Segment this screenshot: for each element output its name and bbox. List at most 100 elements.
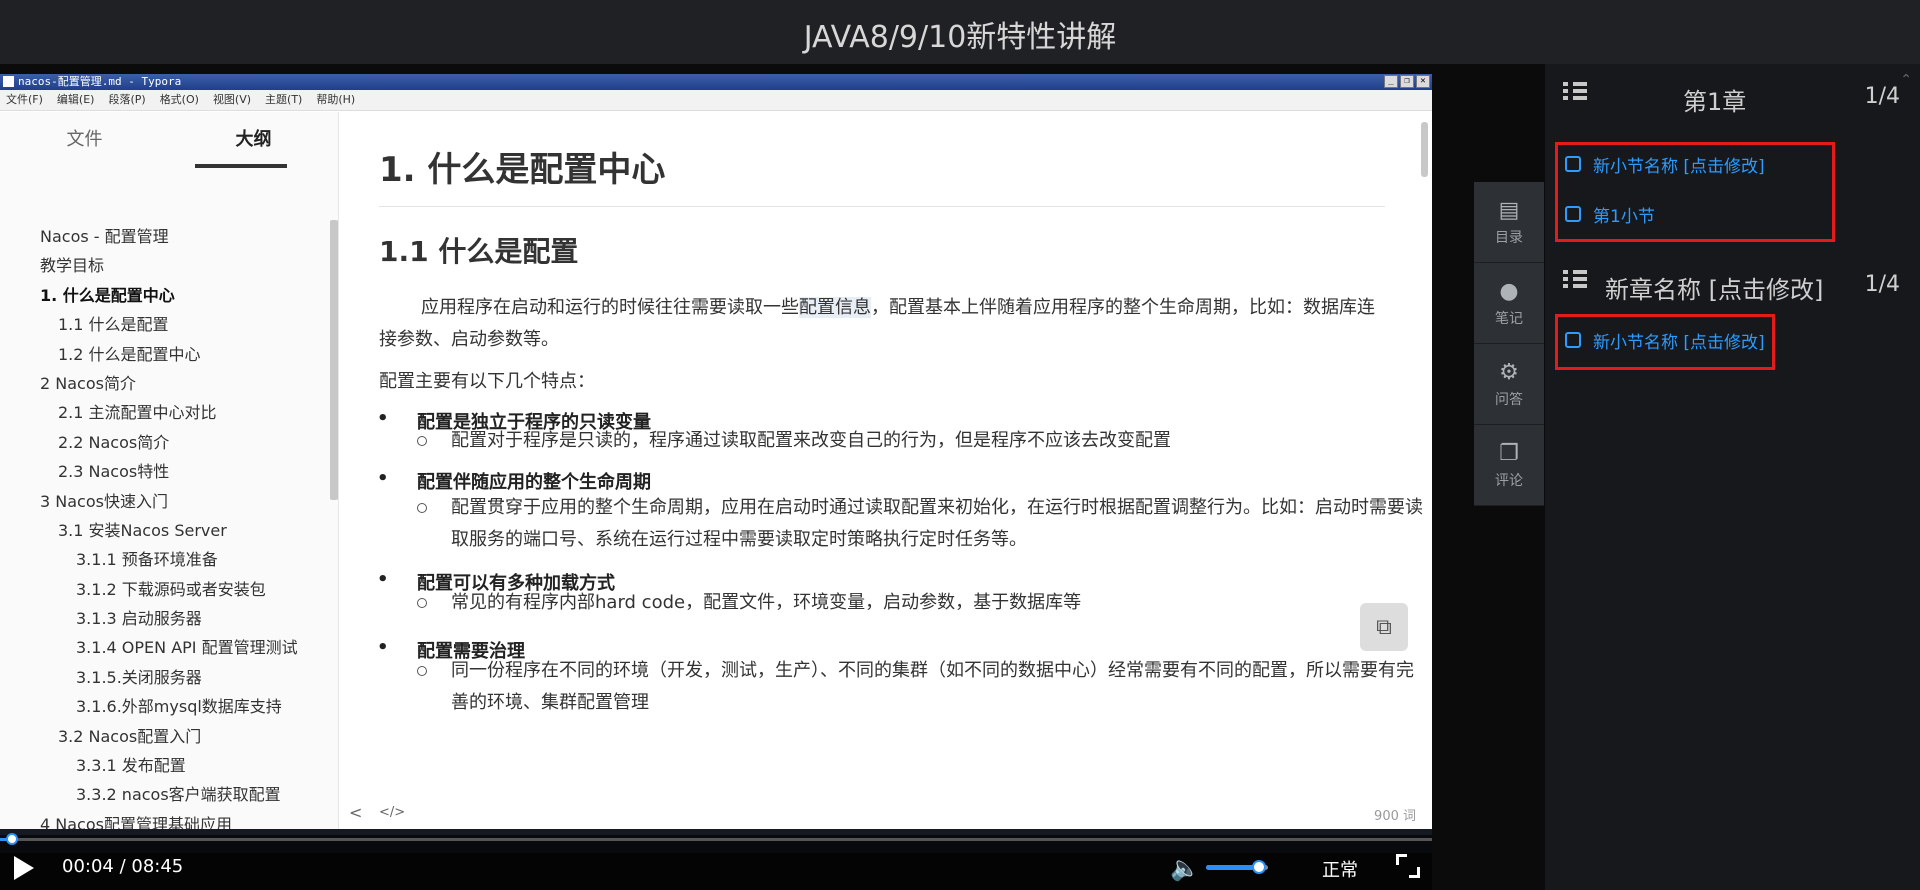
- sidebar-toggle-icon: <: [349, 803, 363, 822]
- copy-icon: ❐: [1499, 440, 1519, 466]
- sub-bullet-item: 同一份程序在不同的环境（开发，测试，生产）、不同的集群（如不同的数据中心）经常需…: [417, 655, 1423, 717]
- typora-window-title: nacos-配置管理.md - Typora: [18, 75, 182, 88]
- side-menu-label: 问答: [1495, 391, 1523, 408]
- outline-item: 3.2 Nacos配置入门: [58, 726, 202, 746]
- outline-item: 3.1.3 启动服务器: [76, 609, 202, 629]
- sub-bullet-item: 配置贯穿于应用的整个生命周期，应用在启动时通过读取配置来初始化，在运行时根据配置…: [417, 492, 1423, 556]
- side-menu: ▤ 目录 ● 笔记 ⚙ 问答 ❐ 评论: [1474, 182, 1544, 506]
- typora-menubar: 文件(F) 编辑(E) 段落(P) 格式(O) 视图(V) 主题(T) 帮助(H…: [0, 90, 1432, 111]
- outline-item: 2.3 Nacos特性: [58, 462, 170, 482]
- chapter-header[interactable]: 新章名称 [点击修改] 1/4: [1545, 258, 1920, 306]
- outline-item: 3.1.1 预备环境准备: [76, 550, 218, 570]
- highlight-box: [1555, 314, 1775, 370]
- document-body: 1. 什么是配置中心 1.1 什么是配置 应用程序在启动和运行的时候往往需要读取…: [339, 112, 1432, 829]
- menu-paragraph: 段落(P): [108, 93, 146, 106]
- course-title: JAVA8/9/10新特性讲解: [803, 20, 1117, 55]
- side-menu-label: 评论: [1495, 472, 1523, 489]
- chapter-name: 新章名称 [点击修改]: [1605, 276, 1824, 304]
- sub-bullet-item: 配置对于程序是只读的，程序通过读取配置来改变自己的行为，但是程序不应该去改变配置: [417, 425, 1423, 457]
- gear-icon: ⚙: [1499, 359, 1519, 385]
- chapter-name: 第1章: [1683, 88, 1747, 116]
- menu-file: 文件(F): [6, 93, 43, 106]
- paragraph-intro-a: 应用程序在启动和运行的时候往往需要读取一些: [421, 297, 799, 318]
- outline-item: 3.1.6.外部mysql数据库支持: [76, 697, 282, 717]
- list-icon: [1563, 82, 1587, 102]
- doc-footer: < </> 900 词: [339, 799, 1432, 829]
- doc-scrollbar: [1421, 122, 1428, 177]
- outline-item: 2 Nacos简介: [40, 373, 136, 393]
- window-buttons: _ ❐ ✕: [1384, 75, 1430, 88]
- side-menu-qa[interactable]: ⚙ 问答: [1474, 344, 1544, 425]
- outline-list: Nacos - 配置管理 教学目标 1. 什么是配置中心 1.1 什么是配置 1.2 什…: [0, 222, 330, 829]
- bullet-text: 配置伴随应用的整个生命周期: [417, 472, 651, 493]
- outline-item: 1. 什么是配置中心: [40, 285, 175, 305]
- side-menu-label: 目录: [1495, 229, 1523, 246]
- sidebar-tabs: 文件 大纲: [0, 112, 338, 168]
- tab-active-indicator: [195, 164, 287, 168]
- outline-item: Nacos - 配置管理: [40, 227, 169, 246]
- time-display: 00:04 / 08:45: [62, 856, 184, 877]
- side-menu-notes[interactable]: ● 笔记: [1474, 263, 1544, 344]
- sidebar-scrollbar: [330, 220, 338, 500]
- progress-bar[interactable]: [0, 833, 1432, 845]
- typora-sidebar: 文件 大纲 Nacos - 配置管理 教学目标 1. 什么是配置中心 1.1 什么是配…: [0, 112, 339, 829]
- catalog-panel: ⌃ 第1章 1/4 新小节名称 [点击修改] 第1小节 新章名称 [点击修改] …: [1545, 64, 1920, 890]
- source-mode-icon: </>: [379, 805, 406, 820]
- outline-item: 3.3.1 发布配置: [76, 756, 186, 776]
- volume-fill: [1206, 865, 1256, 870]
- menu-help: 帮助(H): [316, 93, 356, 106]
- pip-icon: ⧉: [1376, 614, 1392, 640]
- outline-item: 3.3.2 nacos客户端获取配置: [76, 785, 281, 805]
- close-icon: ✕: [1416, 75, 1430, 88]
- paragraph-features: 配置主要有以下几个特点：: [379, 371, 595, 392]
- menu-view: 视图(V): [212, 93, 252, 106]
- side-menu-comments[interactable]: ❐ 评论: [1474, 425, 1544, 506]
- restore-icon: ❐: [1400, 75, 1414, 88]
- outline-item: 1.2 什么是配置中心: [58, 344, 201, 364]
- tab-files: 文件: [66, 129, 103, 150]
- picture-in-picture-button[interactable]: ⧉: [1360, 603, 1408, 651]
- chapter-count: 1/4: [1864, 272, 1900, 297]
- typora-app-icon: [3, 76, 14, 87]
- fullscreen-icon[interactable]: [1396, 854, 1420, 878]
- outline-item: 3.1.4 OPEN API 配置管理测试: [76, 638, 298, 658]
- chapter-count: 1/4: [1864, 84, 1900, 109]
- outline-item: 1.1 什么是配置: [58, 315, 169, 335]
- outline-item: 3.1.2 下载源码或者安装包: [76, 579, 266, 599]
- paragraph-intro: 应用程序在启动和运行的时候往往需要读取一些配置信息，配置基本上伴随着应用程序的整…: [379, 292, 1389, 356]
- word-count: 900 词: [1374, 809, 1416, 824]
- menu-theme: 主题(T): [265, 93, 303, 106]
- play-button[interactable]: [14, 856, 34, 880]
- volume-knob[interactable]: [1252, 860, 1266, 874]
- playback-speed[interactable]: 正常: [1322, 856, 1358, 882]
- outline-item: 3 Nacos快速入门: [40, 491, 168, 511]
- list-icon: ▤: [1498, 197, 1520, 223]
- tab-outline: 大纲: [235, 129, 272, 150]
- user-icon: ●: [1499, 278, 1519, 304]
- menu-edit: 编辑(E): [56, 93, 95, 106]
- volume-slider[interactable]: [1206, 860, 1268, 874]
- video-area[interactable]: nacos-配置管理.md - Typora _ ❐ ✕ 文件(F) 编辑(E)…: [0, 64, 1545, 890]
- minimize-icon: _: [1384, 75, 1398, 88]
- typora-title-bar: nacos-配置管理.md - Typora _ ❐ ✕: [0, 74, 1432, 90]
- sub-bullet-item: 常见的有程序内部hard code，配置文件，环境变量，启动参数，基于数据库等: [417, 587, 1423, 619]
- outline-item: 3.1 安装Nacos Server: [58, 520, 227, 540]
- player-controls: [0, 835, 1432, 890]
- outline-item: 2.1 主流配置中心对比: [58, 403, 217, 423]
- volume-icon[interactable]: 🔈: [1170, 854, 1200, 882]
- side-menu-label: 笔记: [1495, 310, 1523, 327]
- bullet-item: 配置伴随应用的整个生命周期: [377, 468, 651, 494]
- heading-1: 1. 什么是配置中心: [379, 150, 666, 190]
- typora-window: nacos-配置管理.md - Typora _ ❐ ✕ 文件(F) 编辑(E)…: [0, 74, 1432, 829]
- highlight-box: [1555, 142, 1835, 242]
- outline-item: 教学目标: [40, 256, 105, 276]
- progress-knob[interactable]: [6, 833, 18, 845]
- outline-item: 3.1.5.关闭服务器: [76, 667, 202, 687]
- chapter-header[interactable]: 第1章 1/4: [1545, 70, 1920, 118]
- side-menu-catalog[interactable]: ▤ 目录: [1474, 182, 1544, 263]
- menu-format: 格式(O): [159, 93, 199, 106]
- list-icon: [1563, 270, 1587, 290]
- outline-item: 4 Nacos配置管理基础应用: [40, 814, 232, 829]
- heading-2: 1.1 什么是配置: [379, 235, 579, 268]
- outline-item: 2.2 Nacos简介: [58, 432, 170, 452]
